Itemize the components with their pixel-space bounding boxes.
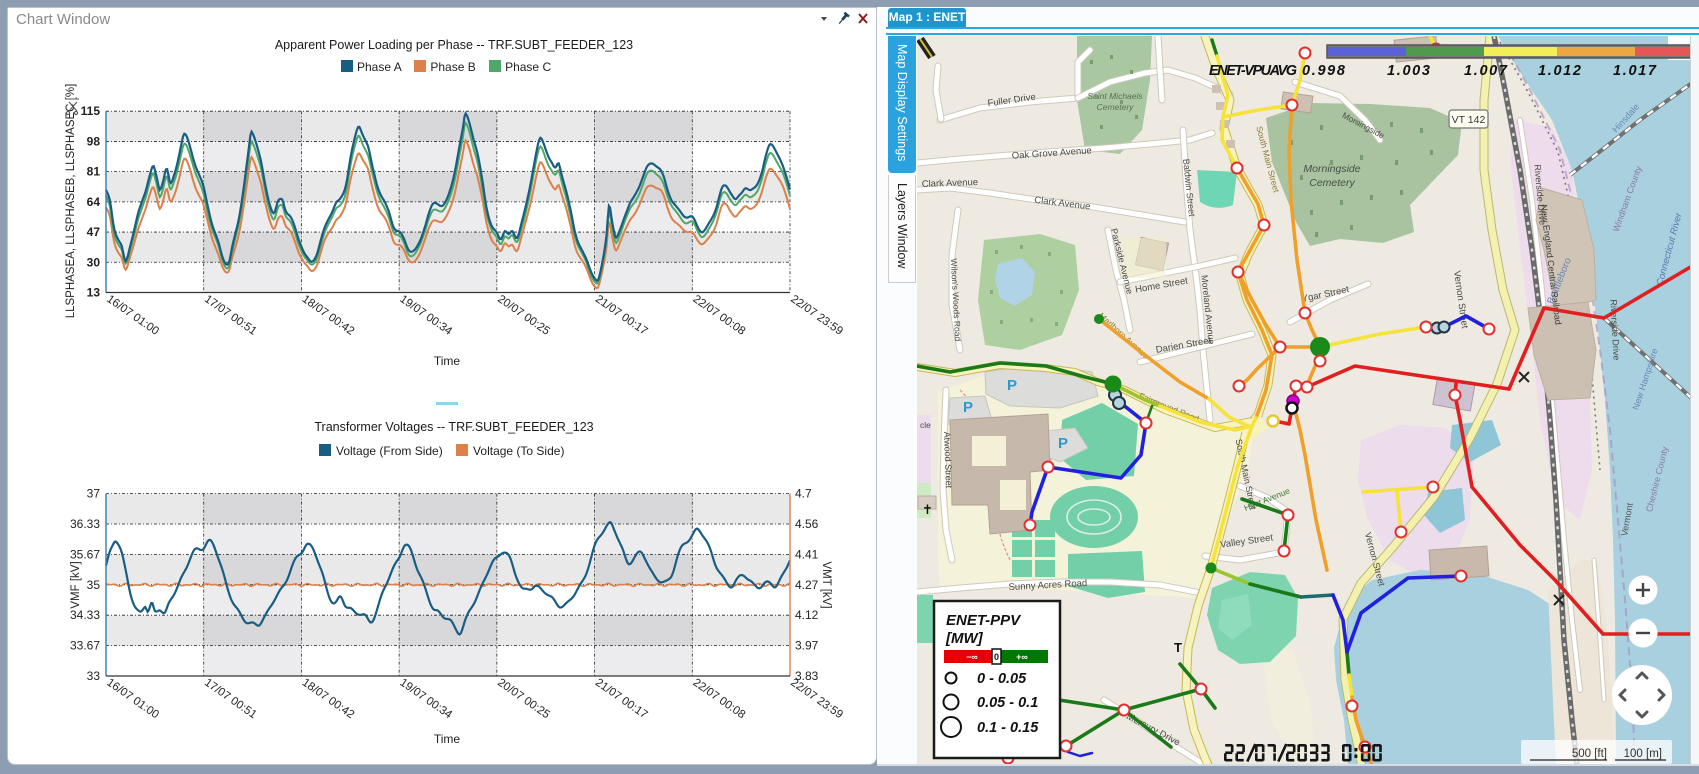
svg-text:22/07 00:08: 22/07 00:08	[691, 293, 748, 338]
svg-text:33.67: 33.67	[70, 639, 100, 653]
svg-text:34.33: 34.33	[70, 608, 100, 622]
svg-text:100 [m]: 100 [m]	[1624, 748, 1662, 760]
svg-text:13: 13	[87, 286, 101, 300]
svg-text:22/07 23:59: 22/07 23:59	[788, 293, 845, 338]
svg-text:0 - 0.05: 0 - 0.05	[977, 671, 1027, 687]
svg-text:T: T	[1174, 640, 1182, 655]
svg-text:33: 33	[87, 669, 101, 683]
svg-text:4.27: 4.27	[795, 578, 819, 592]
svg-text:1.017: 1.017	[1613, 63, 1657, 79]
svg-text:4.41: 4.41	[795, 547, 819, 561]
svg-text:16/07 01:00: 16/07 01:00	[104, 293, 161, 338]
svg-text:0.998: 0.998	[1302, 63, 1346, 79]
svg-text:Time: Time	[434, 732, 461, 746]
svg-text:ENET-VPUAVG: ENET-VPUAVG	[1209, 63, 1297, 79]
svg-text:35: 35	[87, 578, 101, 592]
svg-text:22/07 00:08: 22/07 00:08	[691, 677, 748, 722]
svg-text:4.12: 4.12	[795, 608, 819, 622]
svg-text:VMF [kV]: VMF [kV]	[70, 561, 82, 608]
svg-text:VT 142: VT 142	[1452, 114, 1486, 126]
svg-text:16/07 01:00: 16/07 01:00	[104, 677, 161, 722]
svg-text:22/07 23:59: 22/07 23:59	[788, 677, 845, 722]
svg-text:30: 30	[87, 255, 101, 269]
svg-text:✝: ✝	[922, 502, 933, 517]
svg-text:81: 81	[87, 165, 101, 179]
svg-text:4.7: 4.7	[795, 487, 812, 501]
svg-text:0: 0	[994, 652, 999, 662]
svg-text:19/07 00:34: 19/07 00:34	[397, 677, 454, 722]
svg-text:47: 47	[87, 225, 101, 239]
svg-text:19/07 00:34: 19/07 00:34	[397, 293, 454, 338]
svg-text:1.012: 1.012	[1538, 63, 1581, 79]
svg-text:Cemetery: Cemetery	[1097, 102, 1135, 112]
svg-text:18/07 00:42: 18/07 00:42	[300, 677, 357, 722]
svg-text:P: P	[1058, 435, 1068, 452]
svg-text:35.67: 35.67	[70, 547, 100, 561]
svg-text:21/07 00:17: 21/07 00:17	[593, 677, 650, 722]
svg-text:21/07 00:17: 21/07 00:17	[593, 293, 650, 338]
svg-text:3.97: 3.97	[795, 639, 819, 653]
svg-text:18/07 00:42: 18/07 00:42	[300, 293, 357, 338]
svg-text:+∞: +∞	[1016, 652, 1028, 662]
svg-text:20/07 00:25: 20/07 00:25	[495, 293, 552, 338]
svg-text:Clark Avenue: Clark Avenue	[922, 177, 979, 190]
svg-text:P: P	[1007, 377, 1017, 394]
svg-text:115: 115	[81, 104, 101, 118]
svg-text:cle: cle	[920, 420, 931, 430]
svg-text:LLSPHASEA, LLSPHASEB, LLSPHASE: LLSPHASEA, LLSPHASEB, LLSPHASEC [%]	[65, 84, 77, 319]
svg-text:Time: Time	[434, 354, 461, 368]
svg-text:ENET-PPV: ENET-PPV	[946, 612, 1022, 629]
svg-text:37: 37	[87, 487, 101, 501]
svg-text:Atwood Street: Atwood Street	[942, 431, 954, 488]
svg-text:Cemetery: Cemetery	[1309, 177, 1355, 189]
svg-text:98: 98	[87, 134, 101, 148]
svg-text:0.05 - 0.1: 0.05 - 0.1	[977, 695, 1038, 711]
svg-text:17/07 00:51: 17/07 00:51	[202, 677, 259, 722]
svg-text:P: P	[963, 399, 973, 416]
svg-text:VMT [kV]: VMT [kV]	[820, 561, 832, 608]
svg-text:[MW]: [MW]	[945, 630, 984, 647]
svg-text:36.33: 36.33	[70, 517, 100, 531]
svg-text:20/07 00:25: 20/07 00:25	[495, 677, 552, 722]
svg-text:17/07 00:51: 17/07 00:51	[202, 293, 259, 338]
svg-text:500 [ft]: 500 [ft]	[1572, 748, 1607, 760]
svg-text:64: 64	[87, 195, 101, 209]
svg-text:0.1 - 0.15: 0.1 - 0.15	[977, 720, 1039, 736]
svg-text:4.56: 4.56	[795, 517, 819, 531]
svg-text:1.003: 1.003	[1387, 63, 1430, 79]
svg-text:−∞: −∞	[966, 652, 978, 662]
svg-text:1.007: 1.007	[1464, 63, 1508, 79]
